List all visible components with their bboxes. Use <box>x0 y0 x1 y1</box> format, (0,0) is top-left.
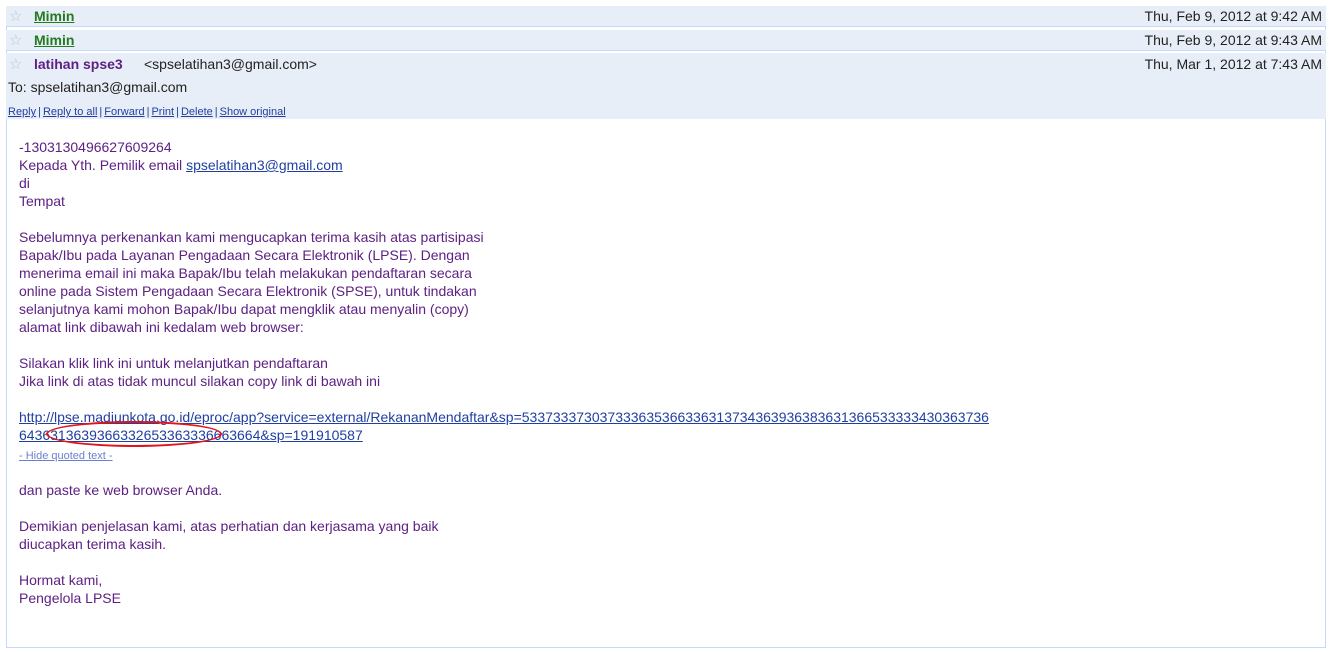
message-date: Thu, Mar 1, 2012 at 7:43 AM <box>1144 56 1322 72</box>
star-icon[interactable]: ☆ <box>9 56 25 72</box>
body-line: selanjutnya kami mohon Bapak/Ibu dapat m… <box>19 301 469 317</box>
message-header: ☆ latihan spse3 <spselatihan3@gmail.com>… <box>6 53 1326 119</box>
reply-all-link[interactable]: Reply to all <box>43 106 97 118</box>
body-line: Demikian penjelasan kami, atas perhatian… <box>19 518 439 534</box>
message-body: -1303130496627609264 Kepada Yth. Pemilik… <box>19 138 1319 607</box>
sender-name: latihan spse3 <box>34 56 123 72</box>
registration-link[interactable]: http://lpse.madiunkota.go.id/eproc/app?s… <box>19 409 989 425</box>
sender-link[interactable]: Mimin <box>34 32 74 48</box>
reply-link[interactable]: Reply <box>8 106 36 118</box>
message-code: -1303130496627609264 <box>19 139 172 155</box>
di-line: di <box>19 175 30 191</box>
star-icon[interactable]: ☆ <box>9 32 25 48</box>
body-line: Jika link di atas tidak muncul silakan c… <box>19 373 381 389</box>
message-actions: Reply | Reply to all | Forward | Print | Delete |… <box>8 106 286 118</box>
thread-message-row[interactable]: ☆ Mimin Thu, Feb 9, 2012 at 9:42 AM <box>6 6 1326 27</box>
body-line: Silakan klik link ini untuk melanjutkan … <box>19 355 328 371</box>
body-line: online pada Sistem Pengadaan Secara Elek… <box>19 283 477 299</box>
thread-message-row[interactable]: ☆ Mimin Thu, Feb 9, 2012 at 9:43 AM <box>6 30 1326 51</box>
body-line: Sebelumnya perkenankan kami mengucapkan … <box>19 229 484 245</box>
body-line: Bapak/Ibu pada Layanan Pengadaan Secara … <box>19 247 470 263</box>
print-link[interactable]: Print <box>151 106 174 118</box>
message-date: Thu, Feb 9, 2012 at 9:42 AM <box>1144 8 1322 24</box>
delete-link[interactable]: Delete <box>181 106 213 118</box>
message-date: Thu, Feb 9, 2012 at 9:43 AM <box>1144 32 1322 48</box>
recipient-line: To: spselatihan3@gmail.com <box>8 79 188 95</box>
sender-email: <spselatihan3@gmail.com> <box>144 56 317 72</box>
registration-link-continued[interactable]: 6436313639366332653363336663664&sp=19191… <box>19 427 363 443</box>
sender-link[interactable]: Mimin <box>34 8 74 24</box>
tempat-line: Tempat <box>19 193 65 209</box>
body-line: dan paste ke web browser Anda. <box>19 482 223 498</box>
greeting-line: Kepada Yth. Pemilik email spselatihan3@g… <box>19 157 343 173</box>
greeting-email-link[interactable]: spselatihan3@gmail.com <box>186 157 343 173</box>
body-line: alamat link dibawah ini kedalam web brow… <box>19 319 304 335</box>
show-original-link[interactable]: Show original <box>220 106 286 118</box>
body-line: diucapkan terima kasih. <box>19 536 167 552</box>
hide-quoted-text-link[interactable]: - Hide quoted text - <box>19 449 1319 464</box>
body-line: menerima email ini maka Bapak/Ibu telah … <box>19 265 472 281</box>
closing-line: Pengelola LPSE <box>19 590 121 606</box>
star-icon[interactable]: ☆ <box>9 8 25 24</box>
closing-line: Hormat kami, <box>19 572 103 588</box>
forward-link[interactable]: Forward <box>104 106 144 118</box>
